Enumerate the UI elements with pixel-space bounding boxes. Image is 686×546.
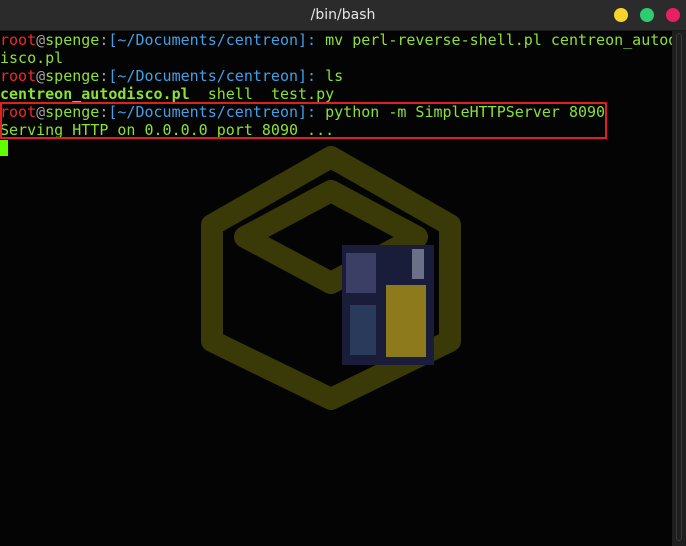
prompt-at: @	[36, 31, 46, 49]
wrapped-line: isco.pl	[0, 49, 672, 67]
terminal-window: /bin/bash root@spenge:[~/Documents/centr…	[0, 0, 686, 546]
listing-item: shell	[207, 85, 253, 103]
prompt-path: [~/Documents/centreon]:	[108, 67, 317, 85]
listing-item: test.py	[270, 85, 335, 103]
terminal-area[interactable]: root@spenge:[~/Documents/centreon]: mv p…	[0, 31, 672, 546]
prompt-host: spenge	[45, 31, 100, 49]
maximize-button[interactable]	[640, 8, 654, 22]
listing-gap	[190, 85, 208, 103]
prompt-user: root	[0, 31, 37, 49]
prompt-user: root	[0, 67, 37, 85]
command-wrap: isco.pl	[0, 49, 64, 67]
listing-gap	[253, 85, 271, 103]
prompt-path: [~/Documents/centreon]:	[108, 31, 317, 49]
window-title: /bin/bash	[310, 7, 376, 23]
prompt-line: root@spenge:[~/Documents/centreon]: ls	[0, 67, 672, 85]
prompt-command: ls	[316, 67, 344, 85]
close-button[interactable]	[666, 8, 680, 22]
cube-logo-icon	[201, 146, 461, 410]
cursor-line	[0, 139, 672, 157]
listing-line: centreon_autodisco.pl shell test.py	[0, 85, 672, 103]
prompt-at: @	[36, 67, 46, 85]
prompt-command: mv perl-reverse-shell.pl centreon_autod	[316, 31, 672, 49]
prompt-host: spenge	[45, 67, 100, 85]
scrollbar[interactable]	[672, 31, 686, 546]
title-bar[interactable]: /bin/bash	[0, 0, 686, 31]
listing-item: centreon_autodisco.pl	[0, 85, 190, 103]
minimize-button[interactable]	[614, 8, 628, 22]
scrollbar-thumb[interactable]	[676, 33, 682, 541]
prompt-line: root@spenge:[~/Documents/centreon]: mv p…	[0, 31, 672, 49]
text-cursor	[0, 140, 8, 156]
highlight-box	[0, 102, 607, 139]
